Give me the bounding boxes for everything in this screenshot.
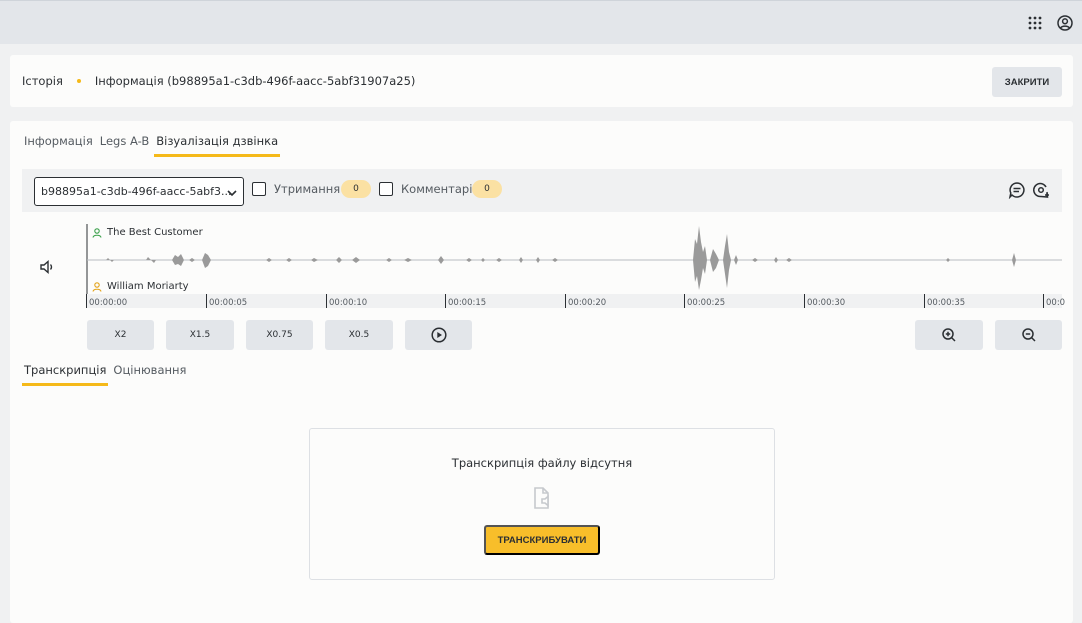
file-audio-icon	[532, 486, 554, 514]
speed-x2-button[interactable]: X2	[87, 320, 154, 350]
tab-transcription[interactable]: Транскрипція	[22, 363, 109, 386]
speaker-customer-name: The Best Customer	[107, 227, 203, 238]
hold-label: Утримання	[274, 182, 341, 196]
grid-icon[interactable]	[1025, 13, 1045, 33]
comments-checkbox[interactable]	[379, 182, 393, 196]
play-icon	[430, 327, 447, 343]
breadcrumb-separator	[76, 79, 81, 83]
user-icon	[92, 281, 102, 292]
hold-count-badge: 0	[341, 180, 371, 198]
zoom-in-icon	[942, 328, 956, 342]
user-circle-icon[interactable]	[1055, 13, 1075, 33]
recording-select-value: b98895a1-c3db-496f-aacc-5abf3...	[41, 185, 232, 198]
comment-icon[interactable]	[1008, 181, 1026, 200]
empty-state-message: Транскрипція файлу відсутня	[451, 456, 633, 470]
chevron-down-icon	[227, 187, 237, 200]
timeline-tick: 00:00:15	[445, 294, 486, 308]
volume-icon[interactable]	[39, 259, 57, 277]
speed-x1-5-button[interactable]: X1.5	[166, 320, 234, 350]
breadcrumb: Історія Інформація (b98895a1-c3db-496f-a…	[22, 74, 415, 88]
header-card: Історія Інформація (b98895a1-c3db-496f-a…	[10, 55, 1073, 107]
speaker-agent: William Moriarty	[92, 281, 189, 292]
play-button[interactable]	[405, 320, 472, 350]
transcribe-button[interactable]: ТРАНСКРИБУВАТИ	[484, 525, 600, 555]
breadcrumb-current: Інформація (b98895a1-c3db-496f-aacc-5abf…	[94, 74, 416, 88]
breadcrumb-history[interactable]: Історія	[22, 74, 63, 88]
speaker-customer: The Best Customer	[92, 227, 203, 238]
transcription-empty-state: Транскрипція файлу відсутня ТРАНСКРИБУВА…	[309, 428, 775, 580]
tab-call-visualization[interactable]: Візуалізація дзвінка	[154, 134, 281, 157]
speed-x0-75-button[interactable]: X0.75	[246, 320, 313, 350]
comments-count-badge: 0	[472, 180, 502, 198]
speed-x0-5-button[interactable]: X0.5	[325, 320, 393, 350]
visualization-toolbar: b98895a1-c3db-496f-aacc-5abf3... Утриман…	[22, 169, 1062, 212]
timeline-tick: 00:0	[1043, 294, 1065, 308]
waveform[interactable]: The Best Customer William Moriarty 00:00…	[86, 224, 1065, 308]
tab-info[interactable]: Інформація	[22, 134, 95, 157]
timeline-tick: 00:00:35	[924, 294, 965, 308]
main-tabs: Інформація Legs A-B Візуалізація дзвінка	[22, 134, 283, 157]
speaker-agent-name: William Moriarty	[107, 281, 189, 292]
timeline-tick: 00:00:05	[206, 294, 247, 308]
timeline-tick: 00:00:10	[326, 294, 367, 308]
close-button[interactable]: ЗАКРИТИ	[992, 67, 1062, 97]
zoom-out-icon	[1021, 328, 1036, 342]
hold-checkbox[interactable]	[252, 182, 266, 196]
user-icon	[92, 227, 102, 238]
top-bar	[0, 0, 1082, 44]
timeline-tick: 00:00:00	[86, 294, 127, 308]
zoom-in-button[interactable]	[915, 320, 983, 350]
tab-evaluation[interactable]: Оцінювання	[111, 363, 188, 386]
timeline-tick: 00:00:25	[684, 294, 725, 308]
add-comment-icon[interactable]	[1032, 181, 1050, 199]
timeline-tick: 00:00:20	[565, 294, 606, 308]
tab-legs[interactable]: Legs A-B	[98, 134, 151, 157]
sub-tabs: Транскрипція Оцінювання	[22, 363, 191, 386]
timeline-tick: 00:00:30	[804, 294, 845, 308]
zoom-out-button[interactable]	[995, 320, 1062, 350]
main-card: Інформація Legs A-B Візуалізація дзвінка…	[10, 121, 1073, 623]
timeline[interactable]: 00:00:00 00:00:05 00:00:10 00:00:15 00:0…	[86, 294, 1065, 308]
waveform-graph	[86, 224, 1062, 294]
recording-select[interactable]: b98895a1-c3db-496f-aacc-5abf3...	[34, 177, 244, 206]
comments-label: Комментарі	[401, 182, 473, 196]
